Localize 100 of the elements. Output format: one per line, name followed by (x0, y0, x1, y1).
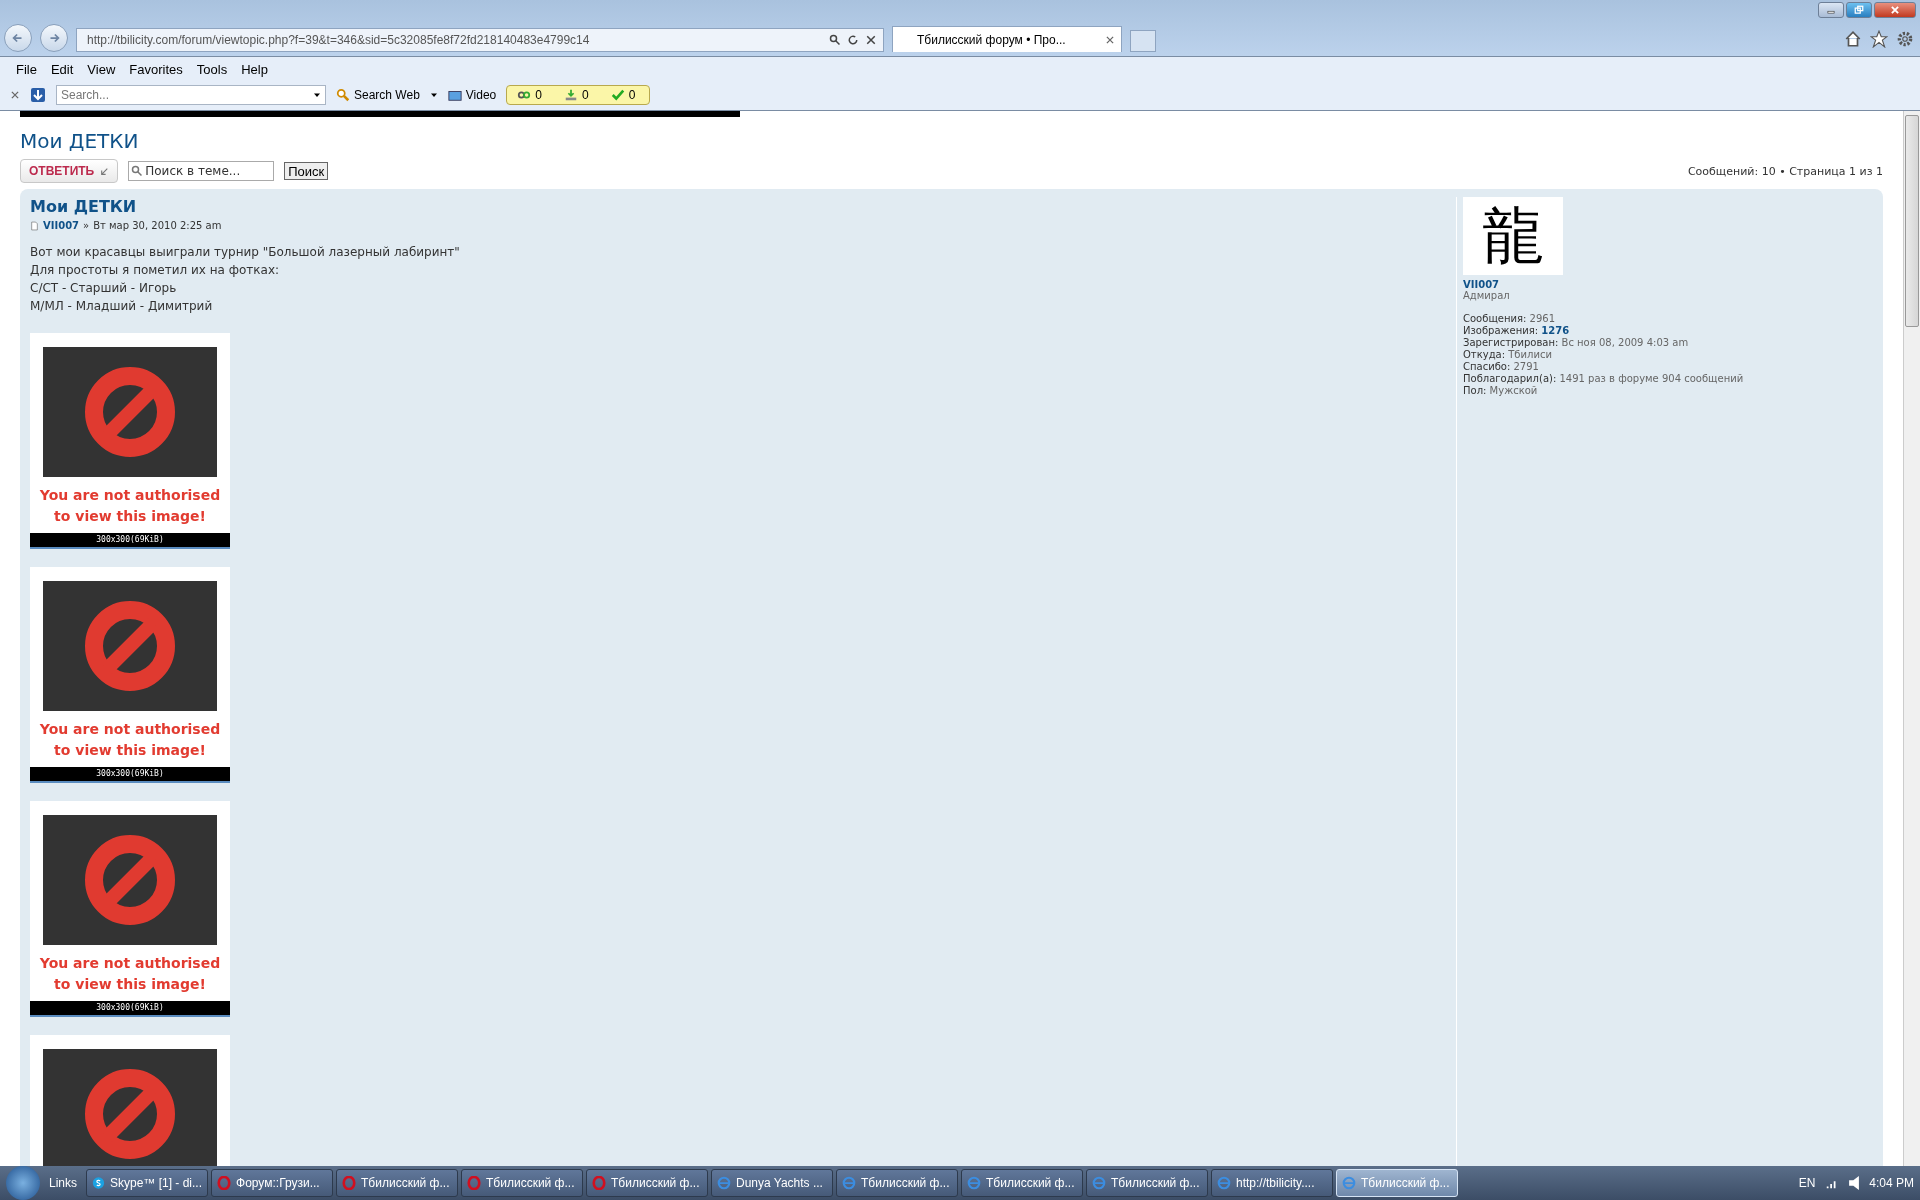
counter-value: 0 (582, 88, 589, 102)
post-date: Вт мар 30, 2010 2:25 am (93, 220, 222, 231)
taskbar-button[interactable]: Тбилисский ф... (586, 1169, 708, 1197)
taskbar-button[interactable]: Dunya Yachts ... (711, 1169, 833, 1197)
search-icon (829, 34, 841, 46)
profile-stat: Сообщения: 2961 (1463, 313, 1557, 325)
taskbar-button[interactable]: Тбилисский ф... (961, 1169, 1083, 1197)
close-icon (10, 90, 20, 100)
image-size: 300x300(69KiB) (30, 533, 230, 547)
profile-stat: Поблагодарил(а): 1491 раз в форуме 904 сообщений (1463, 373, 1745, 385)
post-text: Вот мои красавцы выиграли турнир "Большой лазерный лабиринт" (30, 244, 461, 261)
taskbar-button[interactable]: http://tbilicity.... (1211, 1169, 1333, 1197)
close-icon (1105, 34, 1115, 45)
language-indicator[interactable]: EN (1798, 1176, 1816, 1190)
image-size: 300x300(69KiB) (30, 767, 230, 781)
prohibited-icon (85, 1069, 175, 1159)
menu-item[interactable]: Edit (44, 61, 80, 77)
video-button[interactable]: Video (445, 88, 499, 102)
globe-icon (717, 1176, 731, 1190)
clock-time[interactable]: 4:04 PM (1869, 1176, 1914, 1190)
taskbar-button[interactable]: Форум::Грузи... (211, 1169, 333, 1197)
not-authorised-message: You are not authorised to view this image! (38, 954, 222, 994)
ring-icon (342, 1176, 356, 1190)
home-icon (1844, 30, 1862, 48)
refresh-icon (847, 34, 859, 46)
ring-icon (217, 1176, 231, 1190)
search-button[interactable]: Поиск (284, 162, 329, 180)
image-size: 300x300(69KiB) (30, 1001, 230, 1015)
taskbar-button[interactable]: Skype™ [1] - di... (86, 1169, 208, 1197)
taskbar-button[interactable]: Тбилисский ф... (1086, 1169, 1208, 1197)
search-field[interactable]: Search... (56, 85, 326, 105)
search-web-button[interactable]: Search Web (334, 88, 422, 102)
prohibited-icon (85, 601, 175, 691)
star-icon (1870, 30, 1888, 48)
ring-icon (592, 1176, 606, 1190)
scrollbar[interactable] (1903, 111, 1920, 1166)
separator-text: » (83, 220, 90, 231)
menu-item[interactable]: Favorites (123, 61, 189, 77)
settings-icon (1896, 30, 1914, 48)
close-window-button[interactable] (1874, 2, 1916, 18)
chat-bubble-icon (92, 1176, 105, 1190)
forward-button[interactable] (40, 24, 68, 52)
magnifier-icon (336, 88, 350, 102)
minimize-button[interactable] (1818, 2, 1844, 18)
taskbar-button[interactable]: Тбилисский ф... (336, 1169, 458, 1197)
prohibited-icon (85, 835, 175, 925)
menu-item[interactable]: File (10, 61, 43, 77)
not-authorised-message: You are not authorised to view this image! (38, 720, 222, 760)
profile-stat: Изображения: 1276 (1463, 325, 1571, 337)
post-text: С/СТ - Старший - Игорь (30, 280, 178, 297)
back-button[interactable] (4, 24, 32, 52)
topic-search-field[interactable]: Поиск в теме... (128, 161, 275, 181)
download-tray-icon (564, 88, 578, 102)
post-title: Мои ДЕТКИ (30, 197, 138, 216)
menu-item[interactable]: Help (235, 61, 274, 77)
close-icon (865, 34, 877, 46)
user-rank: Адмирал (1463, 290, 1511, 301)
counter-value: 0 (535, 88, 542, 102)
profile-stat: Пол: Мужской (1463, 385, 1539, 397)
restore-button[interactable] (1846, 2, 1872, 18)
post-text: Для простоты я пометил их на фотках: (30, 262, 281, 279)
start-button[interactable] (6, 1166, 40, 1200)
menu-item[interactable]: Tools (190, 61, 234, 77)
new-tab-button[interactable] (1130, 30, 1156, 52)
profile-stat: Спасибо: 2791 (1463, 361, 1540, 373)
ring-icon (467, 1176, 481, 1190)
profile-stat: Откуда: Тбилиси (1463, 349, 1553, 361)
links-label: Links (49, 1176, 77, 1190)
browser-tab[interactable]: Тбилисский форум • Про... (892, 26, 1122, 52)
profile-stat: Зарегистрирован: Вс ноя 08, 2009 4:03 am (1463, 337, 1690, 349)
image-placeholder[interactable]: You are not authorised to view this image! 300x300(69KiB) (30, 333, 230, 549)
image-placeholder[interactable]: You are not authorised to view this image! 300x300(69KiB) (30, 801, 230, 1017)
prohibited-icon (85, 367, 175, 457)
globe-icon (967, 1176, 981, 1190)
topic-title: Мои ДЕТКИ (20, 129, 140, 153)
reply-button[interactable]: ОТВЕТИТЬ (20, 159, 119, 183)
image-placeholder[interactable]: You are not authorised to view this image! 300x300(69KiB) (30, 567, 230, 783)
document-icon (30, 220, 39, 231)
restore-icon (1854, 5, 1864, 15)
dropdown-caret-icon (429, 91, 438, 99)
close-icon (1890, 5, 1900, 15)
post-text: М/МЛ - Младший - Димитрий (30, 298, 214, 315)
taskbar-button[interactable]: Тбилисский ф... (836, 1169, 958, 1197)
menu-item[interactable]: View (81, 61, 122, 77)
taskbar-button[interactable]: Тбилисский ф... (461, 1169, 583, 1197)
arrow-icon (100, 166, 110, 176)
not-authorised-message: You are not authorised to view this image! (38, 486, 222, 526)
checkmark-icon (610, 88, 625, 102)
back-arrow-icon (11, 31, 25, 45)
username-link[interactable]: VII007 (1463, 279, 1873, 290)
pagination-text: Сообщений: 10 • Страница 1 из 1 (1687, 164, 1883, 178)
globe-icon (842, 1176, 856, 1190)
speaker-icon (1849, 1176, 1860, 1190)
author-link[interactable]: VII007 (43, 220, 80, 231)
avatar-image: 龍 (1463, 197, 1563, 275)
tv-icon (447, 88, 462, 102)
image-placeholder[interactable] (30, 1035, 230, 1166)
magnifier-icon (131, 165, 144, 177)
address-bar[interactable]: http://tbilicity.com/forum/viewtopic.php?f=39&t=346&sid=5c32085fe8f72fd218140483e4799c14 (76, 28, 884, 52)
url-text: http://tbilicity.com/forum/viewtopic.php?f=39&t=346&sid=5c32085fe8f72fd218140483e4799c14 (87, 33, 591, 47)
